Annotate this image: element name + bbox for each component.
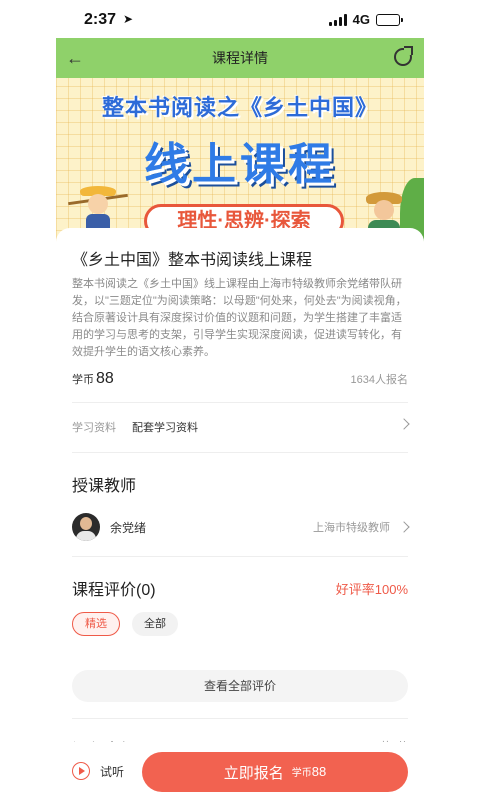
bottom-action-bar: 试听 立即报名 学币88: [56, 742, 424, 800]
network-type: 4G: [352, 12, 370, 27]
trial-label: 试听: [100, 764, 125, 779]
enroll-price: 学币88: [292, 763, 326, 781]
divider: [72, 452, 408, 453]
divider: [72, 718, 408, 719]
reviews-section-title: 课程评价(0): [72, 582, 156, 599]
materials-row[interactable]: 学习资料 配套学习资料: [72, 414, 410, 440]
course-description: 整本书阅读之《乡土中国》线上课程由上海市特级教师余党绪带队研发，以"三题定位"为…: [72, 278, 407, 358]
teachers-section-title: 授课教师: [72, 478, 137, 495]
divider: [72, 402, 408, 403]
teacher-item[interactable]: 余党绪 上海市特级教师: [72, 510, 410, 544]
chevron-right-icon: [398, 521, 410, 533]
teacher-name: 余党绪: [110, 520, 147, 535]
page-title: 课程详情: [212, 50, 268, 66]
signal-icon: [328, 13, 347, 26]
course-detail-card: 《乡土中国》整本书阅读线上课程 整本书阅读之《乡土中国》线上课程由上海市特级教师…: [56, 228, 424, 800]
positive-rate: 好评率100%: [335, 581, 408, 597]
teacher-avatar: [72, 513, 100, 541]
status-bar: 2:37 ➤ 4G: [0, 0, 480, 38]
review-filters: 精选 全部: [72, 612, 178, 636]
enroll-count: 1634人报名: [350, 374, 408, 386]
filter-all[interactable]: 全部: [132, 612, 178, 636]
enroll-price-value: 88: [311, 764, 327, 779]
nav-bar: ← 课程详情: [56, 38, 424, 78]
price-row: 学币 88 1634人报名: [72, 370, 408, 388]
status-indicators: 4G: [328, 12, 403, 27]
course-banner: ← 课程详情 整本书阅读之《乡土中国》 线上课程 理性·思辨·探索: [56, 38, 424, 248]
divider: [72, 556, 408, 557]
battery-icon: [376, 13, 403, 26]
play-icon: [72, 762, 90, 780]
enroll-price-label: 学币: [291, 768, 312, 779]
enroll-button[interactable]: 立即报名 学币88: [142, 752, 408, 792]
course-title: 《乡土中国》整本书阅读线上课程: [72, 252, 313, 269]
back-arrow-icon[interactable]: ←: [66, 48, 86, 68]
location-arrow-icon: ➤: [123, 12, 134, 26]
reviews-header: 课程评价(0) 好评率100%: [72, 576, 408, 600]
price-value: 88: [96, 370, 114, 387]
price-label: 学币: [72, 374, 94, 386]
banner-subtitle: 整本书阅读之《乡土中国》: [101, 95, 378, 120]
price: 学币 88: [72, 370, 114, 388]
view-all-reviews-button[interactable]: 查看全部评价: [72, 670, 408, 702]
trial-button[interactable]: 试听: [72, 762, 124, 780]
materials-value: 配套学习资料: [132, 422, 198, 434]
teacher-title: 上海市特级教师: [313, 522, 390, 534]
status-time: 2:37: [84, 11, 117, 28]
enroll-label: 立即报名: [223, 764, 284, 782]
materials-label: 学习资料: [72, 422, 116, 434]
share-icon[interactable]: [394, 48, 412, 66]
chevron-right-icon: [398, 418, 410, 430]
filter-featured[interactable]: 精选: [72, 612, 120, 636]
